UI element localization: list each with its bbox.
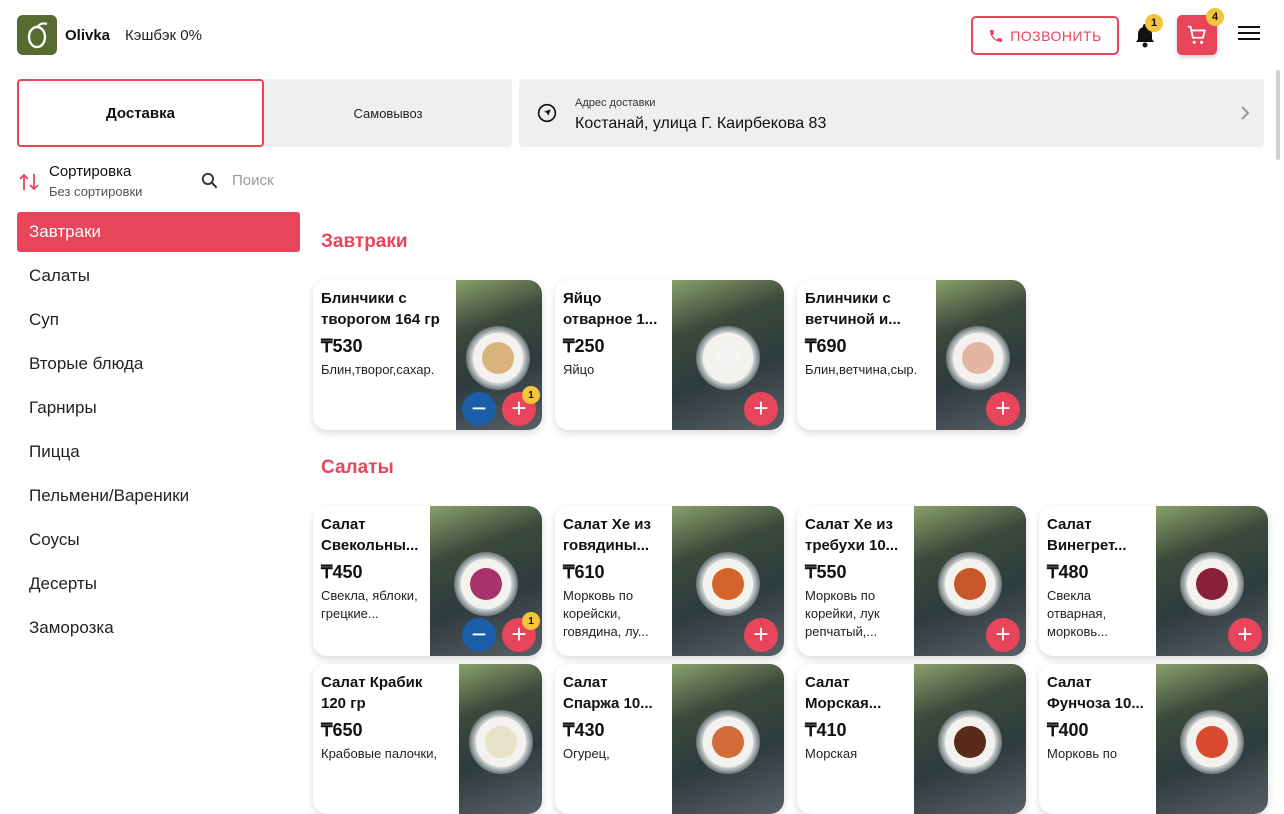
product-price: ₸690 bbox=[805, 336, 847, 356]
category-item-desserts[interactable]: Десерты bbox=[17, 564, 300, 604]
delivery-address-selector[interactable]: Адрес доставки Костанай, улица Г. Каирбе… bbox=[519, 79, 1264, 147]
address-value: Костанай, улица Г. Каирбекова 83 bbox=[575, 115, 827, 132]
product-name: Салат Винегрет... bbox=[1047, 516, 1127, 554]
section-title-breakfast: Завтраки bbox=[321, 231, 408, 252]
navigation-arrow-icon bbox=[537, 103, 557, 123]
product-name: Яйцо отварное 1... bbox=[563, 290, 658, 328]
category-item-sauces[interactable]: Соусы bbox=[17, 520, 300, 560]
add-to-cart-button[interactable]: + bbox=[744, 392, 778, 426]
brand-name[interactable]: Olivka bbox=[65, 27, 110, 44]
product-description: Свекла, яблоки, грецкие... bbox=[321, 588, 418, 621]
product-card[interactable]: Салат Винегрет... ₸480 Свекла отварная, … bbox=[1039, 506, 1268, 656]
product-name: Салат Спаржа 10... bbox=[563, 674, 653, 712]
category-item-breakfast[interactable]: Завтраки bbox=[17, 212, 300, 252]
tab-delivery[interactable]: Доставка bbox=[17, 79, 264, 147]
product-description: Морковь по корейки, лук репчатый,... bbox=[805, 588, 880, 639]
top-bar: Olivka Кэшбэк 0% ПОЗВОНИТЬ 1 4 bbox=[0, 0, 1284, 72]
add-to-cart-button[interactable]: + bbox=[986, 618, 1020, 652]
category-item-frozen[interactable]: Заморозка bbox=[17, 608, 300, 648]
sort-value: Без сортировки bbox=[49, 184, 143, 199]
product-card[interactable]: Блинчики с ветчиной и... ₸690 Блин,ветчи… bbox=[797, 280, 1026, 430]
product-photo bbox=[1156, 664, 1268, 814]
product-price: ₸550 bbox=[805, 562, 847, 582]
product-name: Салат Морская... bbox=[805, 674, 882, 712]
hamburger-menu-icon[interactable] bbox=[1238, 26, 1260, 44]
product-name: Блинчики с творогом 164 гр bbox=[321, 290, 440, 328]
product-photo bbox=[672, 664, 784, 814]
product-name: Салат Свекольны... bbox=[321, 516, 419, 554]
cart-button[interactable]: 4 bbox=[1177, 8, 1224, 55]
product-card[interactable]: Салат Крабик 120 гр ₸650 Крабовые палочк… bbox=[313, 664, 542, 814]
chevron-right-icon bbox=[1241, 106, 1250, 120]
product-name: Салат Фунчоза 10... bbox=[1047, 674, 1144, 712]
search-icon[interactable] bbox=[200, 171, 219, 190]
product-photo bbox=[459, 664, 542, 814]
sort-title: Сортировка bbox=[49, 163, 132, 180]
category-item-soup[interactable]: Суп bbox=[17, 300, 300, 340]
product-price: ₸530 bbox=[321, 336, 363, 356]
page-scrollbar[interactable] bbox=[1276, 70, 1280, 160]
category-item-dumplings[interactable]: Пельмени/Вареники bbox=[17, 476, 300, 516]
category-item-sides[interactable]: Гарниры bbox=[17, 388, 300, 428]
category-item-pizza[interactable]: Пицца bbox=[17, 432, 300, 472]
category-item-main-dishes[interactable]: Вторые блюда bbox=[17, 344, 300, 384]
search-input[interactable] bbox=[232, 168, 302, 192]
product-card[interactable]: Салат Хе из говядины... ₸610 Морковь по … bbox=[555, 506, 784, 656]
call-button-label: ПОЗВОНИТЬ bbox=[1010, 27, 1102, 44]
product-description: Блин,ветчина,сыр. bbox=[805, 362, 918, 377]
product-price: ₸450 bbox=[321, 562, 363, 582]
olive-logo-icon[interactable] bbox=[17, 15, 57, 55]
product-description: Блин,творог,сахар. bbox=[321, 362, 435, 377]
product-description: Крабовые палочки, bbox=[321, 746, 438, 761]
sort-arrows-icon bbox=[19, 173, 39, 191]
cashback-label: Кэшбэк 0% bbox=[125, 27, 202, 44]
product-price: ₸610 bbox=[563, 562, 605, 582]
cart-badge: 4 bbox=[1206, 8, 1224, 26]
product-description: Свекла отварная, морковь... bbox=[1047, 588, 1108, 639]
phone-icon bbox=[990, 29, 1003, 42]
call-button[interactable]: ПОЗВОНИТЬ bbox=[971, 16, 1119, 55]
cart-icon bbox=[1187, 25, 1206, 44]
product-card[interactable]: Блинчики с творогом 164 гр ₸530 Блин,тво… bbox=[313, 280, 542, 430]
product-photo bbox=[914, 664, 1026, 814]
product-card[interactable]: Салат Фунчоза 10... ₸400 Морковь по bbox=[1039, 664, 1268, 814]
add-to-cart-button[interactable]: + bbox=[744, 618, 778, 652]
product-card[interactable]: Яйцо отварное 1... ₸250 Яйцо + bbox=[555, 280, 784, 430]
add-to-cart-button[interactable]: + bbox=[986, 392, 1020, 426]
product-name: Салат Крабик 120 гр bbox=[321, 674, 423, 712]
product-name: Салат Хе из требухи 10... bbox=[805, 516, 899, 554]
category-item-salads[interactable]: Салаты bbox=[17, 256, 300, 296]
notifications-badge: 1 bbox=[1145, 14, 1163, 32]
product-price: ₸480 bbox=[1047, 562, 1089, 582]
address-label: Адрес доставки bbox=[575, 97, 656, 109]
notifications-button[interactable]: 1 bbox=[1133, 14, 1163, 48]
product-description: Морковь по корейски, говядина, лу... bbox=[563, 588, 649, 639]
tab-pickup[interactable]: Самовывоз bbox=[264, 79, 512, 147]
category-list: Завтраки Салаты Суп Вторые блюда Гарниры… bbox=[17, 212, 300, 652]
product-price: ₸650 bbox=[321, 720, 363, 740]
product-card[interactable]: Салат Свекольны... ₸450 Свекла, яблоки, … bbox=[313, 506, 542, 656]
product-card[interactable]: Салат Хе из требухи 10... ₸550 Морковь п… bbox=[797, 506, 1026, 656]
decrease-quantity-button[interactable]: − bbox=[462, 618, 496, 652]
quantity-badge: 1 bbox=[522, 612, 540, 630]
product-name: Салат Хе из говядины... bbox=[563, 516, 651, 554]
section-title-salads: Салаты bbox=[321, 457, 394, 478]
add-to-cart-button[interactable]: + bbox=[1228, 618, 1262, 652]
decrease-quantity-button[interactable]: − bbox=[462, 392, 496, 426]
quantity-badge: 1 bbox=[522, 386, 540, 404]
product-card[interactable]: Салат Спаржа 10... ₸430 Огурец, bbox=[555, 664, 784, 814]
product-name: Блинчики с ветчиной и... bbox=[805, 290, 901, 328]
product-card[interactable]: Салат Морская... ₸410 Морская bbox=[797, 664, 1026, 814]
delivery-mode-tabs: Доставка Самовывоз bbox=[17, 79, 512, 147]
